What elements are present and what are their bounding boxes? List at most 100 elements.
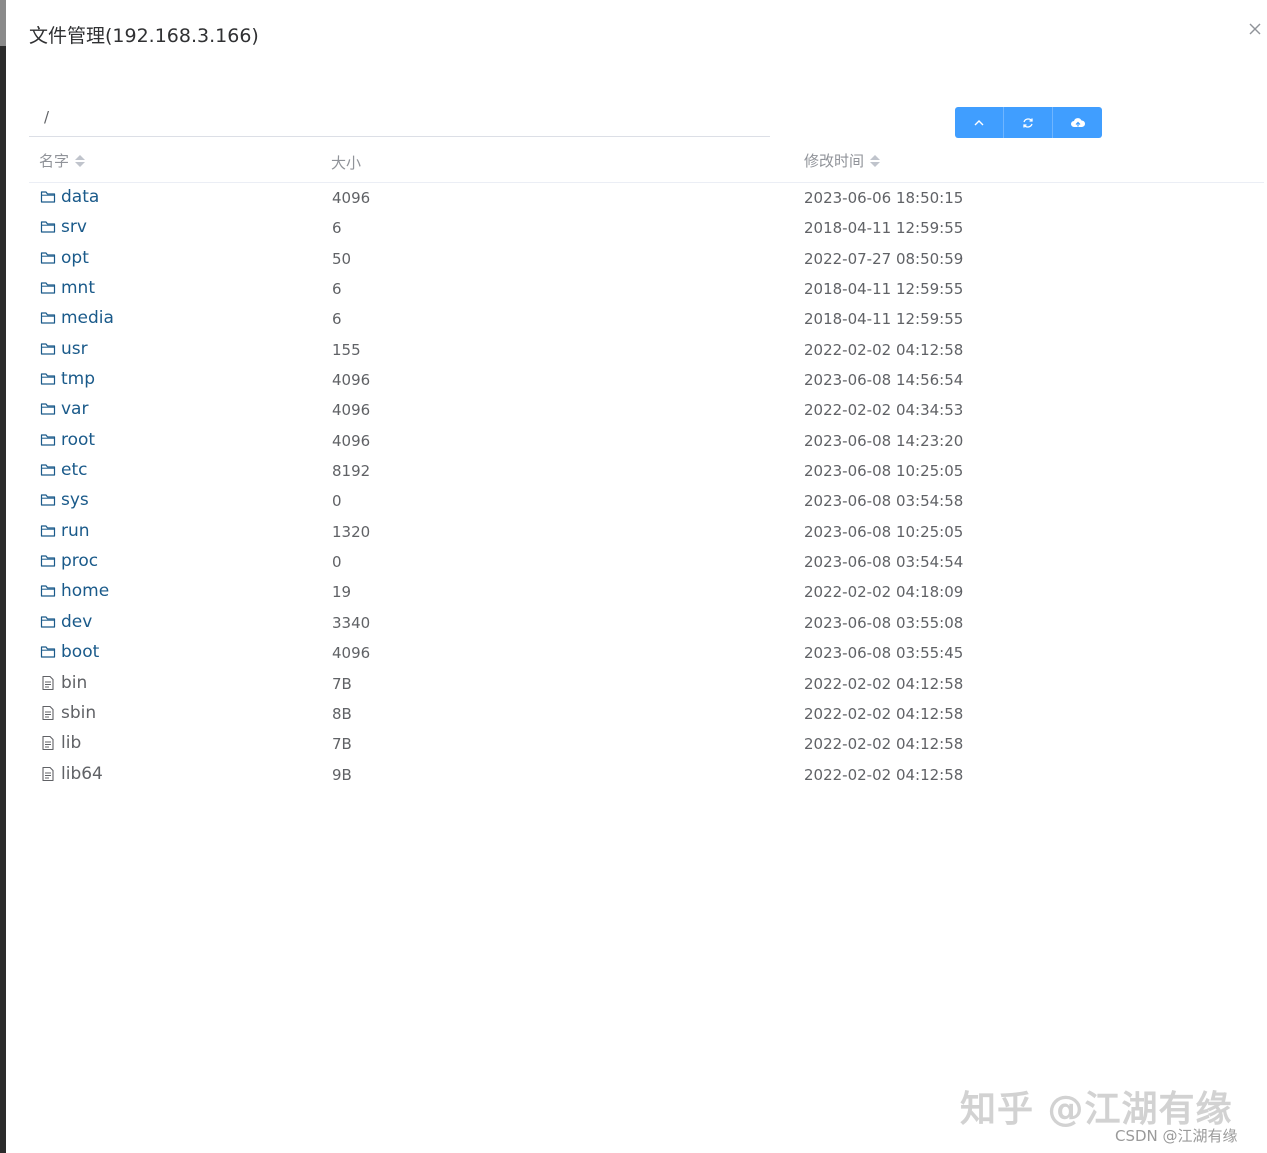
- cell-time: 2022-02-02 04:12:58: [804, 765, 964, 784]
- cell-time: 2022-02-02 04:12:58: [804, 735, 964, 754]
- cell-time: 2018-04-11 12:59:55: [804, 280, 964, 299]
- folder-icon: [40, 310, 56, 326]
- file-icon: [40, 735, 56, 751]
- cell-name[interactable]: tmp: [40, 368, 95, 390]
- file-name[interactable]: home: [61, 580, 109, 602]
- background-edge: [0, 0, 6, 1153]
- column-header-time-label: 修改时间: [804, 152, 865, 170]
- table-row[interactable]: lib 7B 2022-02-02 04:12:58: [29, 728, 1264, 758]
- table-row[interactable]: usr 155 2022-02-02 04:12:58: [29, 334, 1264, 364]
- cell-size: 50: [332, 249, 352, 268]
- file-name[interactable]: usr: [61, 338, 88, 360]
- go-up-button[interactable]: [955, 107, 1004, 138]
- table-row[interactable]: sys 0 2023-06-08 03:54:58: [29, 485, 1264, 515]
- file-name[interactable]: var: [61, 398, 88, 420]
- folder-icon: [40, 583, 56, 599]
- file-name: bin: [61, 672, 88, 693]
- dialog-title: 文件管理(192.168.3.166): [29, 25, 259, 47]
- toolbar-button-group: [955, 107, 1102, 138]
- table-row[interactable]: dev 3340 2023-06-08 03:55:08: [29, 607, 1264, 637]
- table-row[interactable]: mnt 6 2018-04-11 12:59:55: [29, 273, 1264, 303]
- file-name: sbin: [61, 702, 97, 723]
- cell-size: 4096: [332, 371, 371, 390]
- table-row[interactable]: home 19 2022-02-02 04:18:09: [29, 576, 1264, 606]
- file-name[interactable]: opt: [61, 247, 89, 269]
- cell-size: 0: [332, 492, 342, 511]
- cell-name[interactable]: home: [40, 580, 109, 602]
- cell-name[interactable]: var: [40, 398, 88, 420]
- table-row[interactable]: lib64 9B 2022-02-02 04:12:58: [29, 759, 1264, 789]
- cell-time: 2022-02-02 04:12:58: [804, 340, 964, 359]
- folder-icon: [40, 492, 56, 508]
- column-header-name[interactable]: 名字: [39, 150, 86, 171]
- cell-name[interactable]: srv: [40, 216, 87, 238]
- file-name[interactable]: media: [61, 307, 114, 329]
- file-name[interactable]: tmp: [61, 368, 95, 390]
- path-value: /: [44, 108, 50, 126]
- cell-name[interactable]: dev: [40, 611, 92, 633]
- file-name[interactable]: sys: [61, 489, 89, 511]
- sort-caret-icon[interactable]: [870, 154, 881, 167]
- cell-time: 2022-02-02 04:12:58: [804, 704, 964, 723]
- refresh-button[interactable]: [1004, 107, 1053, 138]
- cell-name[interactable]: media: [40, 307, 114, 329]
- table-row[interactable]: media 6 2018-04-11 12:59:55: [29, 303, 1264, 333]
- cell-time: 2023-06-08 10:25:05: [804, 462, 964, 481]
- folder-icon: [40, 189, 56, 205]
- folder-icon: [40, 553, 56, 569]
- cell-name: lib: [40, 732, 81, 754]
- column-header-time[interactable]: 修改时间: [804, 150, 881, 171]
- table-row[interactable]: proc 0 2023-06-08 03:54:54: [29, 546, 1264, 576]
- table-row[interactable]: sbin 8B 2022-02-02 04:12:58: [29, 698, 1264, 728]
- folder-icon: [40, 523, 56, 539]
- file-name[interactable]: root: [61, 429, 95, 451]
- table-row[interactable]: bin 7B 2022-02-02 04:12:58: [29, 668, 1264, 698]
- cell-name[interactable]: mnt: [40, 277, 95, 299]
- cell-size: 4096: [332, 644, 371, 663]
- cell-time: 2023-06-08 14:56:54: [804, 371, 964, 390]
- cell-size: 7B: [332, 674, 352, 693]
- cell-size: 6: [332, 280, 342, 299]
- file-name[interactable]: dev: [61, 611, 92, 633]
- table-row[interactable]: opt 50 2022-07-27 08:50:59: [29, 243, 1264, 273]
- cell-time: 2022-02-02 04:34:53: [804, 401, 964, 420]
- cell-name[interactable]: proc: [40, 550, 98, 572]
- cell-name[interactable]: sys: [40, 489, 89, 511]
- cell-size: 4096: [332, 401, 371, 420]
- cell-size: 8192: [332, 462, 371, 481]
- folder-icon: [40, 644, 56, 660]
- file-name[interactable]: proc: [61, 550, 98, 572]
- table-row[interactable]: run 1320 2023-06-08 10:25:05: [29, 516, 1264, 546]
- file-icon: [40, 766, 56, 782]
- cell-name[interactable]: etc: [40, 459, 87, 481]
- cell-name[interactable]: data: [40, 186, 99, 208]
- path-input[interactable]: /: [29, 100, 770, 137]
- cell-name[interactable]: root: [40, 429, 95, 451]
- cell-size: 1320: [332, 522, 371, 541]
- table-row[interactable]: etc 8192 2023-06-08 10:25:05: [29, 455, 1264, 485]
- close-button[interactable]: [1244, 18, 1266, 40]
- cell-name[interactable]: boot: [40, 641, 99, 663]
- table-row[interactable]: var 4096 2022-02-02 04:34:53: [29, 394, 1264, 424]
- table-row[interactable]: boot 4096 2023-06-08 03:55:45: [29, 637, 1264, 667]
- file-name[interactable]: srv: [61, 216, 87, 238]
- watermark-sub: CSDN @江湖有缘: [1115, 1127, 1238, 1145]
- column-header-size-label: 大小: [331, 154, 362, 172]
- file-name[interactable]: data: [61, 186, 99, 208]
- file-name[interactable]: boot: [61, 641, 99, 663]
- cell-name[interactable]: usr: [40, 338, 88, 360]
- cell-name[interactable]: run: [40, 520, 90, 542]
- file-name[interactable]: etc: [61, 459, 87, 481]
- table-row[interactable]: tmp 4096 2023-06-08 14:56:54: [29, 364, 1264, 394]
- file-name[interactable]: run: [61, 520, 90, 542]
- table-row[interactable]: data 4096 2023-06-06 18:50:15: [29, 182, 1264, 212]
- folder-icon: [40, 432, 56, 448]
- file-name[interactable]: mnt: [61, 277, 95, 299]
- refresh-icon: [1023, 117, 1033, 128]
- sort-caret-icon[interactable]: [75, 154, 86, 167]
- table-row[interactable]: srv 6 2018-04-11 12:59:55: [29, 212, 1264, 242]
- cell-name: bin: [40, 672, 87, 694]
- cell-name[interactable]: opt: [40, 247, 89, 269]
- upload-button[interactable]: [1053, 107, 1102, 138]
- table-row[interactable]: root 4096 2023-06-08 14:23:20: [29, 425, 1264, 455]
